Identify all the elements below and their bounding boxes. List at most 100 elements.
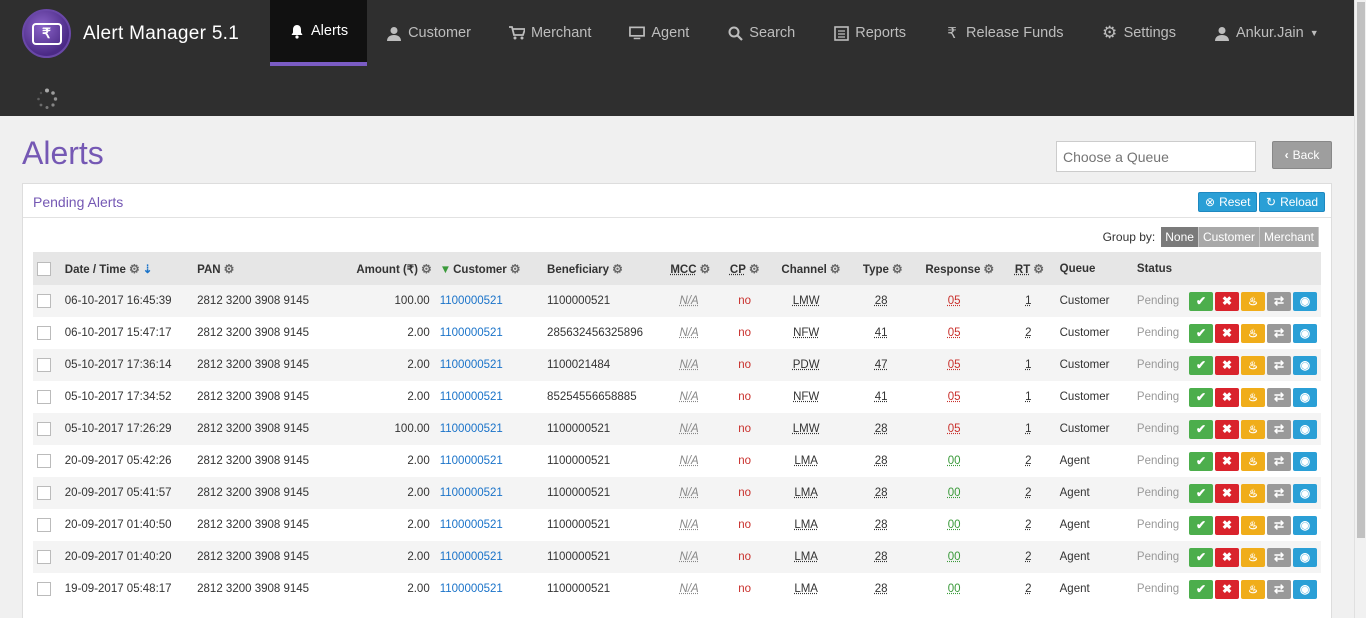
escalate-button[interactable]: ♨ <box>1241 579 1265 599</box>
transfer-button[interactable]: ⇄ <box>1267 323 1291 343</box>
row-checkbox[interactable] <box>37 486 51 500</box>
page-scrollbar[interactable] <box>1354 0 1366 618</box>
view-button[interactable]: ◉ <box>1293 451 1317 471</box>
approve-button[interactable]: ✔ <box>1189 355 1213 375</box>
back-button[interactable]: ‹ Back <box>1272 141 1332 169</box>
group-by-customer[interactable]: Customer <box>1198 227 1260 247</box>
col-response[interactable]: Response ⚙ <box>921 252 1011 285</box>
approve-button[interactable]: ✔ <box>1189 323 1213 343</box>
cell-customer-link[interactable]: 1100000521 <box>436 381 543 413</box>
cell-customer-link[interactable]: 1100000521 <box>436 445 543 477</box>
table-row[interactable]: 05-10-2017 17:34:52 2812 3200 3908 9145 … <box>33 381 1321 413</box>
table-row[interactable]: 20-09-2017 01:40:50 2812 3200 3908 9145 … <box>33 509 1321 541</box>
row-checkbox[interactable] <box>37 454 51 468</box>
transfer-button[interactable]: ⇄ <box>1267 291 1291 311</box>
transfer-button[interactable]: ⇄ <box>1267 547 1291 567</box>
approve-button[interactable]: ✔ <box>1189 451 1213 471</box>
transfer-button[interactable]: ⇄ <box>1267 515 1291 535</box>
col-cp[interactable]: CP ⚙ <box>726 252 778 285</box>
transfer-button[interactable]: ⇄ <box>1267 451 1291 471</box>
cell-customer-link[interactable]: 1100000521 <box>436 541 543 573</box>
reject-button[interactable]: ✖ <box>1215 547 1239 567</box>
row-checkbox[interactable] <box>37 518 51 532</box>
reject-button[interactable]: ✖ <box>1215 355 1239 375</box>
cell-customer-link[interactable]: 1100000521 <box>436 413 543 445</box>
view-button[interactable]: ◉ <box>1293 355 1317 375</box>
cell-customer-link[interactable]: 1100000521 <box>436 317 543 349</box>
transfer-button[interactable]: ⇄ <box>1267 483 1291 503</box>
nav-reports[interactable]: Reports <box>814 0 925 66</box>
select-all-checkbox[interactable] <box>37 261 51 276</box>
scrollbar-thumb[interactable] <box>1357 2 1365 538</box>
reject-button[interactable]: ✖ <box>1215 323 1239 343</box>
row-checkbox[interactable] <box>37 326 51 340</box>
cell-customer-link[interactable]: 1100000521 <box>436 477 543 509</box>
col-amount[interactable]: Amount (₹) ⚙ <box>313 252 436 285</box>
view-button[interactable]: ◉ <box>1293 483 1317 503</box>
reset-button[interactable]: ⊗ Reset <box>1198 192 1258 212</box>
nav-user-menu[interactable]: Ankur.Jain ▼ <box>1195 0 1338 66</box>
reject-button[interactable]: ✖ <box>1215 291 1239 311</box>
row-checkbox[interactable] <box>37 550 51 564</box>
reject-button[interactable]: ✖ <box>1215 419 1239 439</box>
approve-button[interactable]: ✔ <box>1189 291 1213 311</box>
approve-button[interactable]: ✔ <box>1189 483 1213 503</box>
escalate-button[interactable]: ♨ <box>1241 355 1265 375</box>
table-row[interactable]: 19-09-2017 05:48:17 2812 3200 3908 9145 … <box>33 573 1321 605</box>
group-by-merchant[interactable]: Merchant <box>1259 227 1319 247</box>
cell-customer-link[interactable]: 1100000521 <box>436 573 543 605</box>
nav-settings[interactable]: ⚙ Settings <box>1083 0 1195 66</box>
view-button[interactable]: ◉ <box>1293 547 1317 567</box>
escalate-button[interactable]: ♨ <box>1241 419 1265 439</box>
row-checkbox[interactable] <box>37 390 51 404</box>
approve-button[interactable]: ✔ <box>1189 579 1213 599</box>
reject-button[interactable]: ✖ <box>1215 387 1239 407</box>
escalate-button[interactable]: ♨ <box>1241 547 1265 567</box>
transfer-button[interactable]: ⇄ <box>1267 579 1291 599</box>
view-button[interactable]: ◉ <box>1293 291 1317 311</box>
table-row[interactable]: 20-09-2017 05:42:26 2812 3200 3908 9145 … <box>33 445 1321 477</box>
view-button[interactable]: ◉ <box>1293 515 1317 535</box>
reject-button[interactable]: ✖ <box>1215 451 1239 471</box>
row-checkbox[interactable] <box>37 294 51 308</box>
nav-alerts[interactable]: Alerts <box>270 0 368 66</box>
reject-button[interactable]: ✖ <box>1215 579 1239 599</box>
view-button[interactable]: ◉ <box>1293 323 1317 343</box>
escalate-button[interactable]: ♨ <box>1241 323 1265 343</box>
col-datetime[interactable]: Date / Time ⚙ ⇣ <box>61 252 193 285</box>
table-row[interactable]: 06-10-2017 15:47:17 2812 3200 3908 9145 … <box>33 317 1321 349</box>
table-row[interactable]: 20-09-2017 01:40:20 2812 3200 3908 9145 … <box>33 541 1321 573</box>
approve-button[interactable]: ✔ <box>1189 419 1213 439</box>
transfer-button[interactable]: ⇄ <box>1267 387 1291 407</box>
group-by-none[interactable]: None <box>1161 227 1199 247</box>
reject-button[interactable]: ✖ <box>1215 483 1239 503</box>
cell-customer-link[interactable]: 1100000521 <box>436 349 543 381</box>
col-customer[interactable]: ▼ Customer ⚙ <box>436 252 543 285</box>
nav-customer[interactable]: Customer <box>367 0 490 66</box>
approve-button[interactable]: ✔ <box>1189 547 1213 567</box>
col-pan[interactable]: PAN ⚙ <box>193 252 313 285</box>
view-button[interactable]: ◉ <box>1293 419 1317 439</box>
table-row[interactable]: 05-10-2017 17:26:29 2812 3200 3908 9145 … <box>33 413 1321 445</box>
cell-customer-link[interactable]: 1100000521 <box>436 285 543 317</box>
view-button[interactable]: ◉ <box>1293 579 1317 599</box>
brand[interactable]: ₹ Alert Manager 5.1 <box>22 9 239 58</box>
escalate-button[interactable]: ♨ <box>1241 451 1265 471</box>
cell-customer-link[interactable]: 1100000521 <box>436 509 543 541</box>
row-checkbox[interactable] <box>37 422 51 436</box>
col-beneficiary[interactable]: Beneficiary ⚙ <box>543 252 666 285</box>
nav-merchant[interactable]: Merchant <box>490 0 610 66</box>
col-channel[interactable]: Channel ⚙ <box>777 252 858 285</box>
escalate-button[interactable]: ♨ <box>1241 515 1265 535</box>
approve-button[interactable]: ✔ <box>1189 387 1213 407</box>
col-rt[interactable]: RT ⚙ <box>1011 252 1056 285</box>
reload-button[interactable]: ↻ Reload <box>1259 192 1326 212</box>
row-checkbox[interactable] <box>37 582 51 596</box>
escalate-button[interactable]: ♨ <box>1241 483 1265 503</box>
nav-release-funds[interactable]: ₹ Release Funds <box>925 0 1083 66</box>
queue-select[interactable] <box>1056 141 1256 172</box>
approve-button[interactable]: ✔ <box>1189 515 1213 535</box>
transfer-button[interactable]: ⇄ <box>1267 355 1291 375</box>
escalate-button[interactable]: ♨ <box>1241 387 1265 407</box>
escalate-button[interactable]: ♨ <box>1241 291 1265 311</box>
